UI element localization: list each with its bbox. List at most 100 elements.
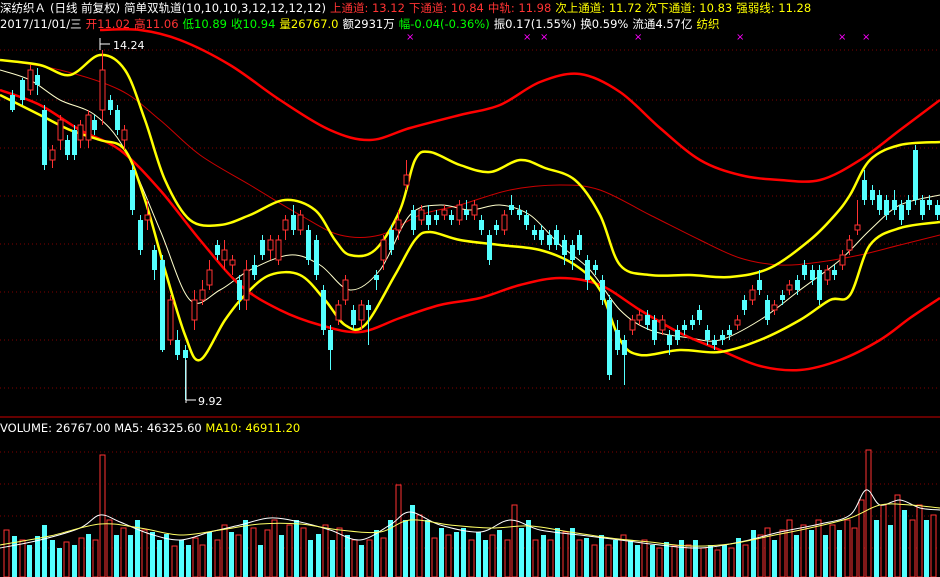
candle-body <box>471 204 478 216</box>
candle-up <box>275 235 282 265</box>
candle-body <box>570 245 575 260</box>
volume-bar-up <box>286 524 293 577</box>
candle-body <box>267 239 274 251</box>
candle-body <box>636 314 643 321</box>
quote-item-0: 开11.02 <box>85 17 131 31</box>
candle-body <box>160 260 165 350</box>
volume-bar-up <box>880 504 887 577</box>
quote-values: 开11.02 高11.06 低10.89 收10.94 量26767.0 额2931万 幅-… <box>86 17 724 31</box>
candle-body <box>42 110 47 165</box>
volume-bar-down <box>207 532 212 577</box>
candle-body <box>35 75 40 85</box>
volume-bar-down <box>555 528 560 577</box>
volume-bar-up <box>92 539 99 577</box>
candle-body <box>167 299 174 341</box>
candle-body <box>449 215 454 220</box>
candle-body <box>846 239 853 251</box>
kline-chart[interactable]: 14.24 9.92 × × × × × × × <box>0 0 940 577</box>
candle-down <box>607 295 612 380</box>
volume-bar-up <box>19 539 26 577</box>
candle-body <box>77 124 84 141</box>
indicator-item-2: 中轨: 11.98 <box>487 1 552 15</box>
candle-down <box>42 105 47 170</box>
volume-bar-down <box>243 520 248 577</box>
volume-bar-down <box>128 535 133 577</box>
candle-body <box>20 80 25 100</box>
volume-bar-up <box>742 544 749 577</box>
candle-body <box>757 280 762 290</box>
volume-bar-up <box>829 524 836 577</box>
volume-bar-up <box>909 519 916 577</box>
volume-bar-up <box>445 534 452 577</box>
volume-bar-up <box>930 514 937 577</box>
candle-body <box>749 289 756 301</box>
volume-bar-up <box>671 545 678 577</box>
volume-bar-down <box>874 520 879 577</box>
candle-body <box>108 100 113 110</box>
volume-bar-down <box>330 540 335 577</box>
candle-body <box>517 210 522 215</box>
volume-bar-down <box>483 540 488 577</box>
volume-bar-down <box>476 532 481 577</box>
candle-body <box>221 249 228 261</box>
volume-bar-down <box>708 545 713 577</box>
volume-bar-up <box>532 539 539 577</box>
candle-body <box>734 319 741 326</box>
candle-body <box>682 325 687 330</box>
candle-body <box>374 275 379 280</box>
signal-marker: × <box>838 32 846 43</box>
volume-bar-down <box>359 545 364 577</box>
candle-body <box>927 200 932 205</box>
volume-bar-down <box>186 545 191 577</box>
volume-bar-down <box>374 530 379 577</box>
volume-bar-down <box>294 520 299 577</box>
candle-down <box>138 215 143 255</box>
candle-body <box>351 310 356 325</box>
candle-body <box>577 235 582 250</box>
signal-marker: × <box>736 32 744 43</box>
candle-body <box>138 220 143 250</box>
volume-bar-up <box>351 539 358 577</box>
candle-body <box>215 245 220 255</box>
candle-up <box>342 275 349 305</box>
candle-down <box>487 230 492 265</box>
candle-body <box>795 280 800 290</box>
candle-body <box>667 335 672 345</box>
indicator-params: (10,10,10,3,12,12,12,12) <box>181 1 326 15</box>
candle-body <box>622 340 627 355</box>
volume-bar-up <box>591 544 598 577</box>
candle-body <box>600 280 605 300</box>
candle-body <box>786 284 793 291</box>
volume-bar-down <box>664 542 669 577</box>
volume-bar-up <box>214 539 221 577</box>
volume-bar-down <box>345 535 350 577</box>
candle-body <box>870 190 875 200</box>
candle-body <box>802 265 807 275</box>
candle-body <box>690 320 695 325</box>
candle-body <box>615 330 620 350</box>
volume-bar-up <box>106 519 113 577</box>
volume-bar-up <box>221 524 228 577</box>
candle-body <box>765 300 770 320</box>
volume-bar-up <box>235 534 242 577</box>
volume-bar-up <box>685 544 692 577</box>
candle-body <box>291 215 296 230</box>
volume-bar-down <box>150 532 155 577</box>
candle-body <box>824 269 831 281</box>
volume-bar-up <box>366 539 373 577</box>
candle-down <box>130 165 135 215</box>
candle-down <box>306 225 311 265</box>
ma5-label: MA5: 46325.60 <box>114 421 202 435</box>
volume-bar-down <box>157 540 162 577</box>
volume-bar-up <box>656 547 663 577</box>
candle-body <box>297 214 304 231</box>
volume-bar-down <box>425 520 430 577</box>
volume-bar-down <box>693 540 698 577</box>
candle-body <box>464 210 469 215</box>
volume-bar-down <box>439 528 444 577</box>
candle-body <box>441 209 448 216</box>
candle-body <box>183 350 188 358</box>
candle-body <box>456 204 463 221</box>
volume-bar-down <box>50 540 55 577</box>
candle-body <box>877 195 882 210</box>
